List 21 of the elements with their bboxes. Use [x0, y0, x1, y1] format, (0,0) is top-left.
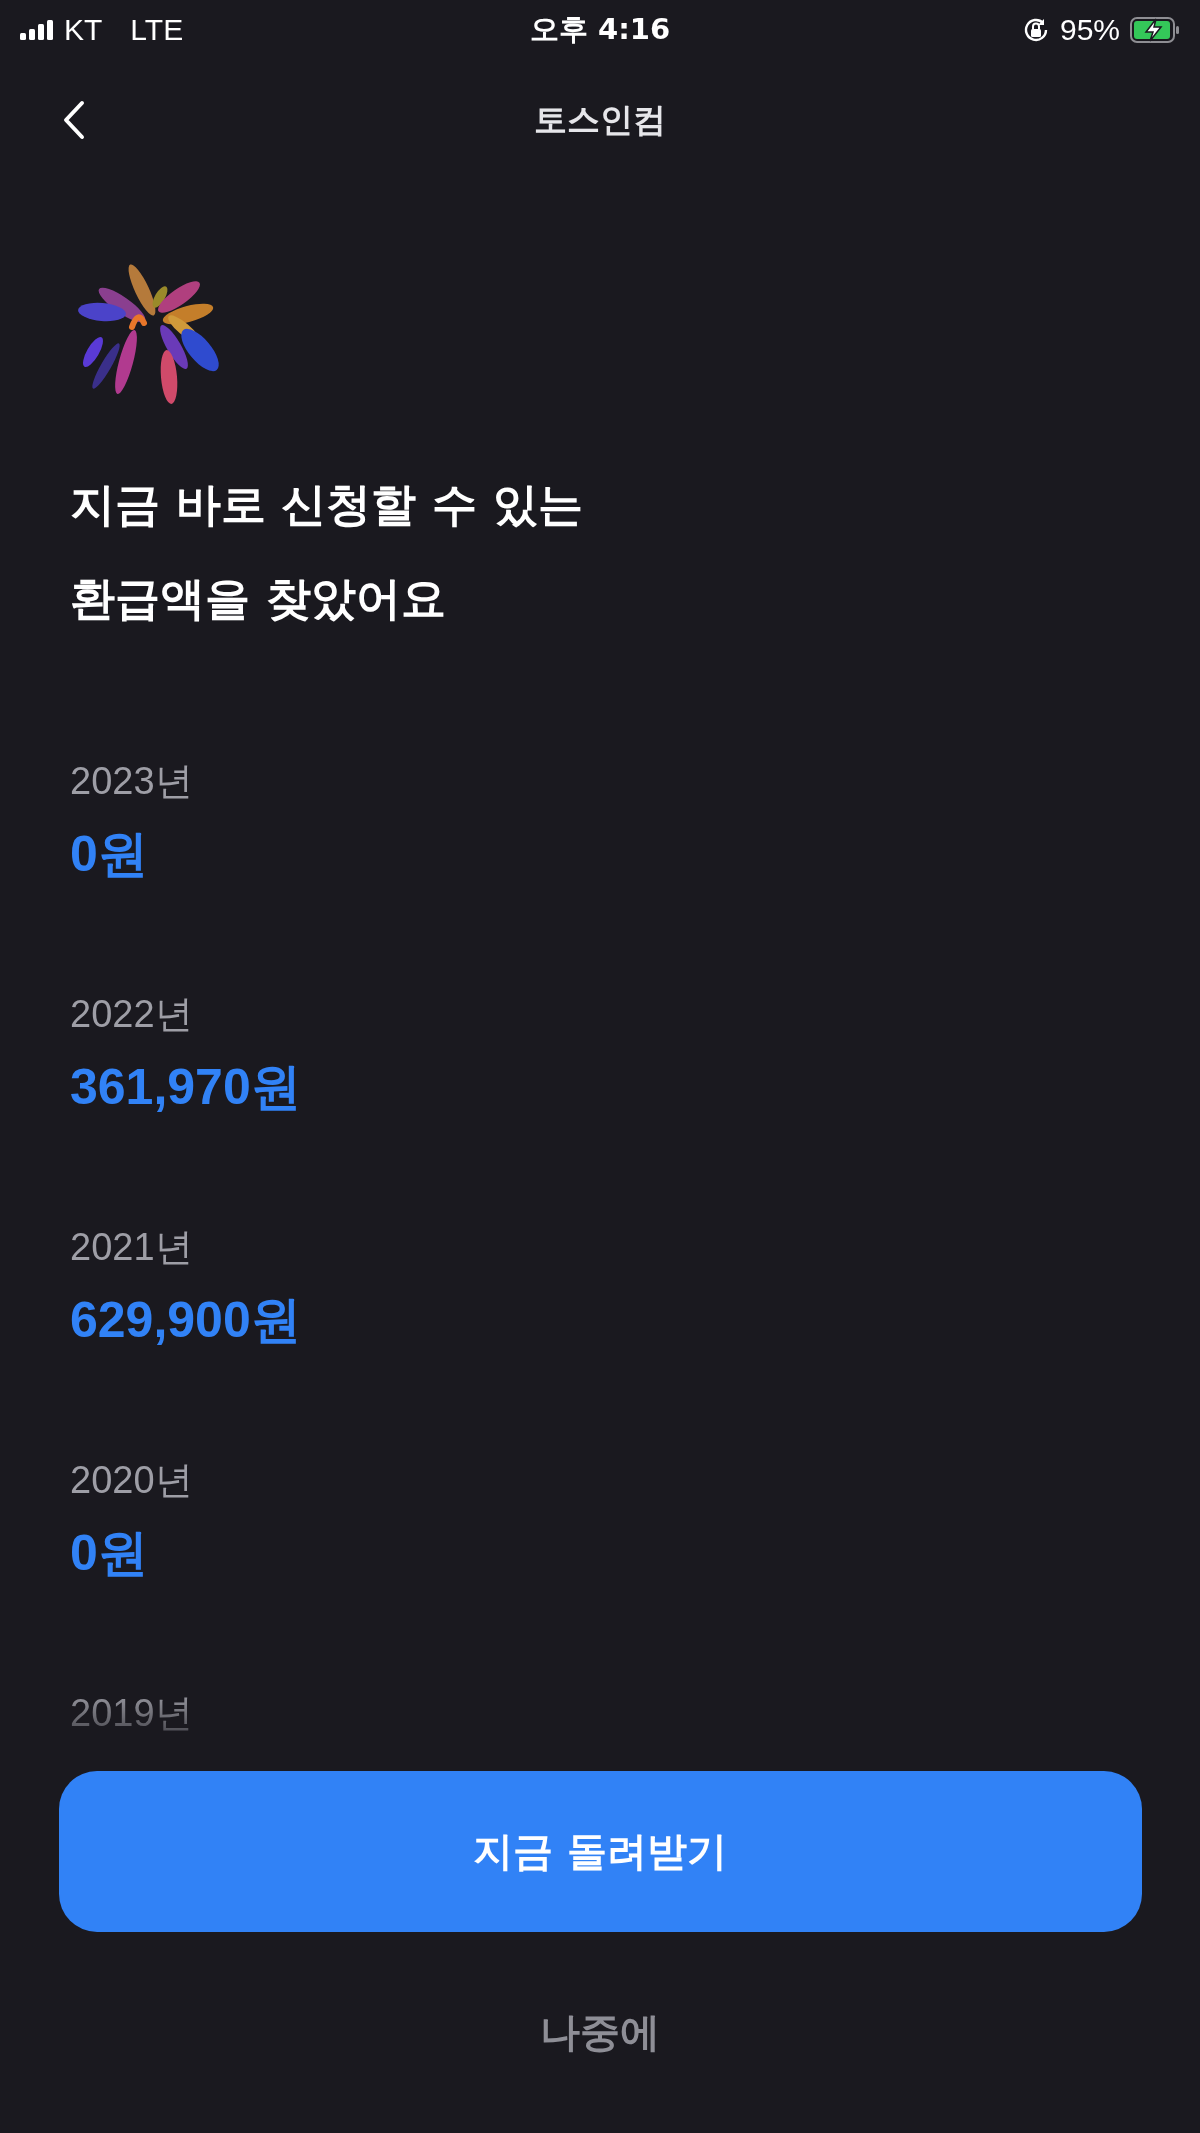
year-label: 2023년: [70, 759, 194, 804]
headline-text: 환급액을 찾았어요: [70, 571, 447, 627]
year-label: 2022년: [70, 992, 194, 1037]
battery-charging-icon: [1130, 17, 1180, 43]
refund-amount: 0원: [70, 825, 149, 884]
year-label: 2021년: [70, 1225, 194, 1270]
clock-time: 오후 4:16: [529, 11, 671, 48]
battery-percent: 95%: [1059, 13, 1120, 47]
refund-amount: 361,970원: [70, 1058, 302, 1117]
back-icon[interactable]: [62, 100, 86, 140]
later-button[interactable]: 나중에: [530, 2002, 670, 2062]
year-label: 2019년: [70, 1691, 194, 1736]
carrier-name: KT: [64, 13, 103, 47]
refund-now-button[interactable]: 지금 돌려받기: [58, 1771, 1142, 1932]
year-label: 2020년: [70, 1458, 194, 1503]
signal-icon: [20, 20, 54, 40]
network-type: LTE: [130, 13, 184, 47]
headline-text: 지금 바로 신청할 수 있는: [70, 477, 584, 533]
refund-amount: 629,900원: [70, 1291, 302, 1350]
page-title: 토스인컴: [534, 98, 666, 141]
refund-amount: 0원: [70, 1524, 149, 1583]
